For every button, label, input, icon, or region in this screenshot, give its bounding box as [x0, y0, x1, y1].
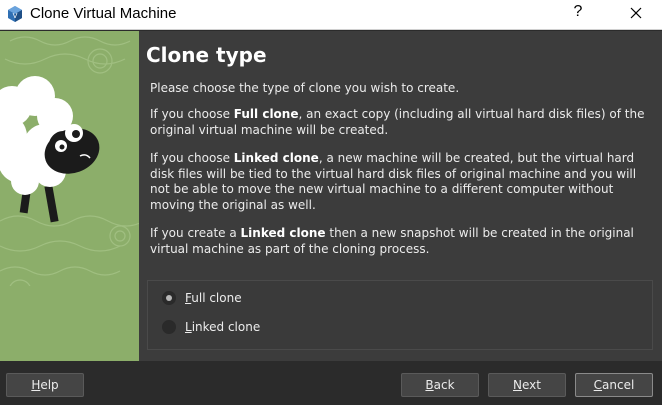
- full-clone-option[interactable]: Full clone: [162, 288, 242, 308]
- back-button[interactable]: Back: [401, 373, 479, 397]
- cancel-button[interactable]: Cancel: [575, 373, 653, 397]
- button-bar: Help Back Next Cancel: [0, 361, 662, 405]
- page-title: Clone type: [146, 43, 267, 67]
- full-clone-description: If you choose Full clone, an exact copy …: [150, 107, 645, 137]
- wizard-side-illustration: [0, 31, 139, 361]
- sheep-illustration: [0, 31, 139, 361]
- linked-clone-description: If you choose Linked clone, a new machin…: [150, 151, 637, 212]
- close-icon[interactable]: [624, 3, 648, 25]
- next-button[interactable]: Next: [488, 373, 566, 397]
- linked-clone-radio[interactable]: [162, 320, 176, 334]
- help-button[interactable]: Help: [6, 373, 84, 397]
- snapshot-description: If you create a Linked clone then a new …: [150, 226, 634, 256]
- intro-text: Please choose the type of clone you wish…: [150, 81, 460, 95]
- svg-text:V: V: [13, 12, 18, 20]
- clone-type-group: Full clone Linked clone: [147, 280, 653, 350]
- full-clone-label[interactable]: Full clone: [185, 291, 242, 305]
- help-title-button[interactable]: ?: [568, 3, 588, 25]
- linked-clone-label[interactable]: Linked clone: [185, 320, 260, 334]
- linked-clone-option[interactable]: Linked clone: [162, 317, 260, 337]
- full-clone-radio[interactable]: [162, 291, 176, 305]
- window-title: Clone Virtual Machine: [30, 5, 177, 22]
- virtualbox-icon: V: [8, 6, 22, 22]
- title-bar: V Clone Virtual Machine ?: [0, 0, 662, 30]
- wizard-page: Clone type Please choose the type of clo…: [139, 31, 662, 361]
